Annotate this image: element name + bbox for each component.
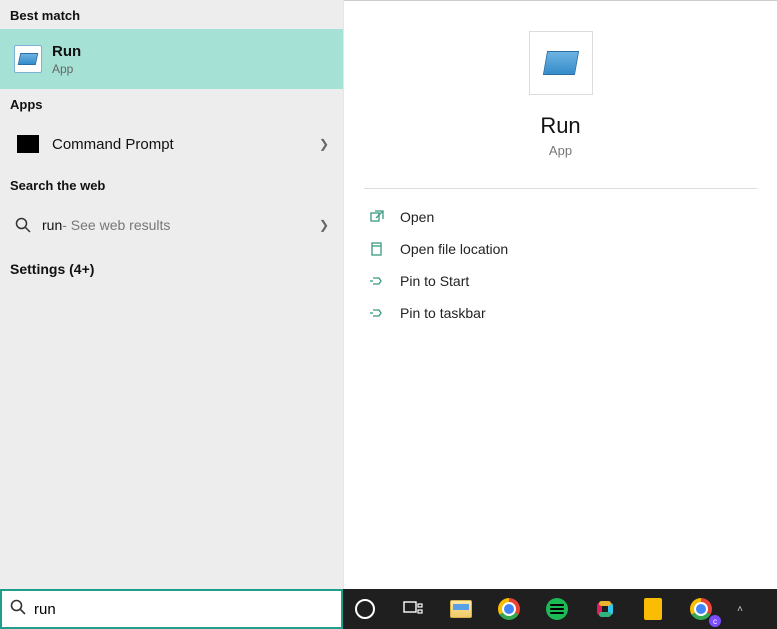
chrome-button[interactable] (493, 593, 525, 625)
profile-badge: c (709, 615, 721, 627)
action-pin-start[interactable]: Pin to Start (352, 265, 769, 297)
run-app-icon (10, 41, 46, 77)
web-term: run (42, 217, 62, 233)
cortana-button[interactable] (349, 593, 381, 625)
cortana-icon (355, 599, 375, 619)
taskbar-search-box[interactable] (0, 589, 343, 629)
pin-icon (366, 274, 388, 288)
spotify-icon (546, 598, 568, 620)
action-pin-start-label: Pin to Start (400, 273, 469, 289)
best-match-subtitle: App (52, 62, 81, 76)
search-icon (10, 599, 26, 620)
action-pin-taskbar[interactable]: Pin to taskbar (352, 297, 769, 329)
search-icon (10, 207, 36, 243)
keep-button[interactable] (637, 593, 669, 625)
preview-panel: Run App Open Open file location P (343, 0, 777, 589)
tray-overflow-button[interactable]: ˄ (733, 604, 747, 615)
folder-icon (366, 242, 388, 256)
task-view-icon (403, 601, 423, 617)
slack-icon (594, 598, 616, 620)
action-pin-taskbar-label: Pin to taskbar (400, 305, 486, 321)
file-explorer-icon (450, 600, 472, 618)
spotify-button[interactable] (541, 593, 573, 625)
chrome-icon (690, 598, 712, 620)
chevron-right-icon: ❯ (319, 137, 329, 151)
keep-icon (644, 598, 662, 620)
preview-app-icon (529, 31, 593, 95)
file-explorer-button[interactable] (445, 593, 477, 625)
web-tail: - See web results (62, 217, 170, 233)
command-prompt-label: Command Prompt (52, 136, 174, 153)
search-results-pane: Best match Run App Apps Command Prompt ❯… (0, 0, 777, 589)
best-match-title: Run (52, 43, 81, 60)
results-left-column: Best match Run App Apps Command Prompt ❯… (0, 0, 343, 589)
task-view-button[interactable] (397, 593, 429, 625)
pin-icon (366, 306, 388, 320)
slack-button[interactable] (589, 593, 621, 625)
command-prompt-icon (10, 126, 46, 162)
chevron-right-icon: ❯ (319, 218, 329, 232)
chrome-profile-button[interactable]: c (685, 593, 717, 625)
result-settings-group[interactable]: Settings (4+) (0, 251, 343, 287)
result-search-web[interactable]: run - See web results ❯ (0, 199, 343, 251)
result-best-match-run[interactable]: Run App (0, 29, 343, 89)
action-open-file-location[interactable]: Open file location (352, 233, 769, 265)
taskbar: c ˄ (0, 589, 777, 629)
preview-title: Run (540, 113, 580, 139)
action-open-file-location-label: Open file location (400, 241, 508, 257)
chrome-icon (498, 598, 520, 620)
action-open[interactable]: Open (352, 201, 769, 233)
taskbar-apps: c ˄ (343, 589, 777, 629)
preview-divider (364, 188, 757, 189)
result-command-prompt[interactable]: Command Prompt ❯ (0, 118, 343, 170)
preview-subtitle: App (549, 143, 572, 158)
group-header-search-web: Search the web (0, 170, 343, 199)
group-header-best-match: Best match (0, 0, 343, 29)
group-header-apps: Apps (0, 89, 343, 118)
action-open-label: Open (400, 209, 434, 225)
search-input[interactable] (34, 601, 333, 618)
open-icon (366, 210, 388, 224)
